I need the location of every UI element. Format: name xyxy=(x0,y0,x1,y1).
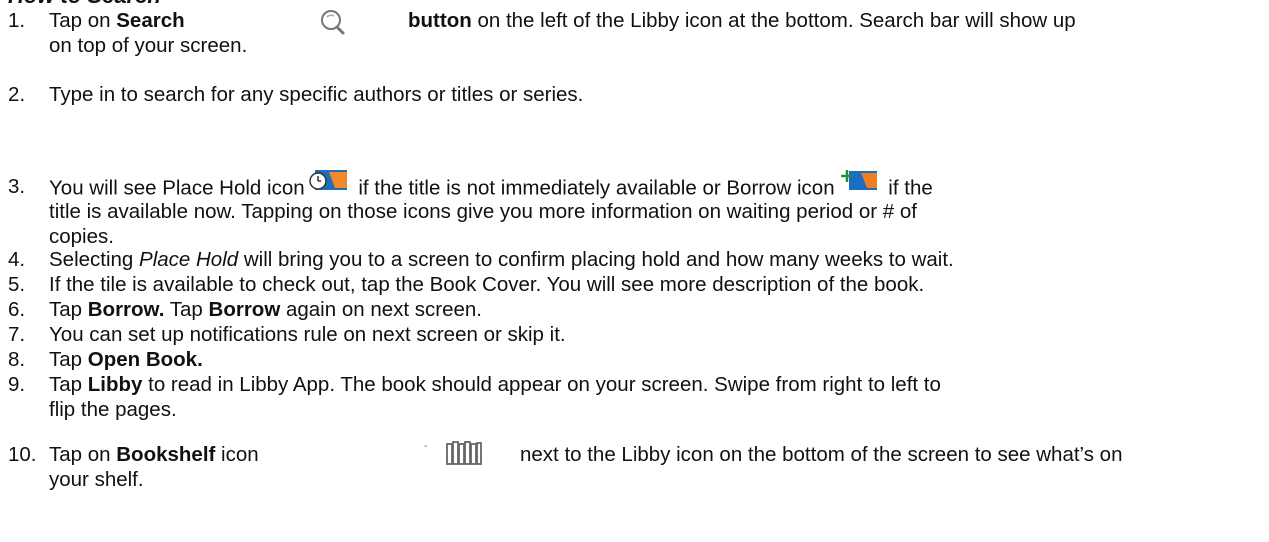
step-text: Tap Open Book. xyxy=(49,347,203,372)
step-number: 5. xyxy=(8,273,26,296)
text: if the title is not immediately availabl… xyxy=(352,176,835,200)
text: You will see Place Hold icon xyxy=(49,176,305,200)
step-number: 1. xyxy=(8,9,26,32)
borrow-icon xyxy=(839,168,879,198)
step-text: Tap on Bookshelf icon xyxy=(49,442,259,467)
bold-text: button xyxy=(408,9,472,32)
step-number: 7. xyxy=(8,323,26,346)
place-hold-icon xyxy=(308,168,349,198)
step-number: 10. xyxy=(8,443,37,466)
step-text-line3: copies. xyxy=(49,225,114,248)
step-text: Type in to search for any specific autho… xyxy=(49,83,584,106)
text: Tap xyxy=(164,298,209,321)
step-number: 2. xyxy=(8,83,26,106)
step-number: 9. xyxy=(8,373,26,396)
step-text: You can set up notifications rule on nex… xyxy=(49,323,566,346)
bold-text: Libby xyxy=(87,373,143,396)
text: Selecting xyxy=(49,248,140,271)
bold-text: Bookshelf xyxy=(116,443,216,466)
step-text-line2: on top of your screen. xyxy=(49,34,248,57)
step-text: Selecting Place Hold will bring you to a… xyxy=(49,247,954,272)
step-number: 4. xyxy=(8,248,26,271)
bold-text: Open Book. xyxy=(87,348,203,371)
dash-mark: - xyxy=(424,441,428,452)
step-text-cont: next to the Libby icon on the bottom of … xyxy=(520,443,1123,466)
step-number: 6. xyxy=(8,298,26,321)
text: icon xyxy=(215,443,259,466)
text: again on next screen. xyxy=(280,298,482,321)
step-text: Tap on Search xyxy=(49,8,185,33)
bold-text: Borrow. xyxy=(87,298,165,321)
step-text-line2: title is available now. Tapping on those… xyxy=(49,200,917,223)
step-text-cont: button on the left of the Libby icon at … xyxy=(408,8,1076,33)
step-text: Tap Borrow. Tap Borrow again on next scr… xyxy=(49,297,482,322)
step-number: 3. xyxy=(8,175,26,198)
step-text: Tap Libby to read in Libby App. The book… xyxy=(49,372,941,397)
text: Tap on xyxy=(49,443,117,466)
text: on the left of the Libby icon at the bot… xyxy=(471,9,1076,32)
italic-text: Place Hold xyxy=(139,248,239,271)
text: Tap on xyxy=(49,9,117,32)
text: if the xyxy=(882,176,933,200)
bold-text: Borrow xyxy=(208,298,281,321)
text: will bring you to a screen to confirm pl… xyxy=(238,248,954,271)
text: Tap xyxy=(49,348,88,371)
step-text-line2: flip the pages. xyxy=(49,398,177,421)
step-text: If the tile is available to check out, t… xyxy=(49,273,925,296)
text: to read in Libby App. The book should ap… xyxy=(142,373,941,396)
bold-text: Search xyxy=(116,9,185,32)
text: Tap xyxy=(49,298,88,321)
text: Tap xyxy=(49,373,88,396)
step-text-line2: your shelf. xyxy=(49,468,144,491)
steps-list: 1. Tap on Search button on the left of t… xyxy=(0,0,1269,542)
search-icon xyxy=(317,8,351,38)
bookshelf-icon xyxy=(445,440,483,472)
step-number: 8. xyxy=(8,348,26,371)
